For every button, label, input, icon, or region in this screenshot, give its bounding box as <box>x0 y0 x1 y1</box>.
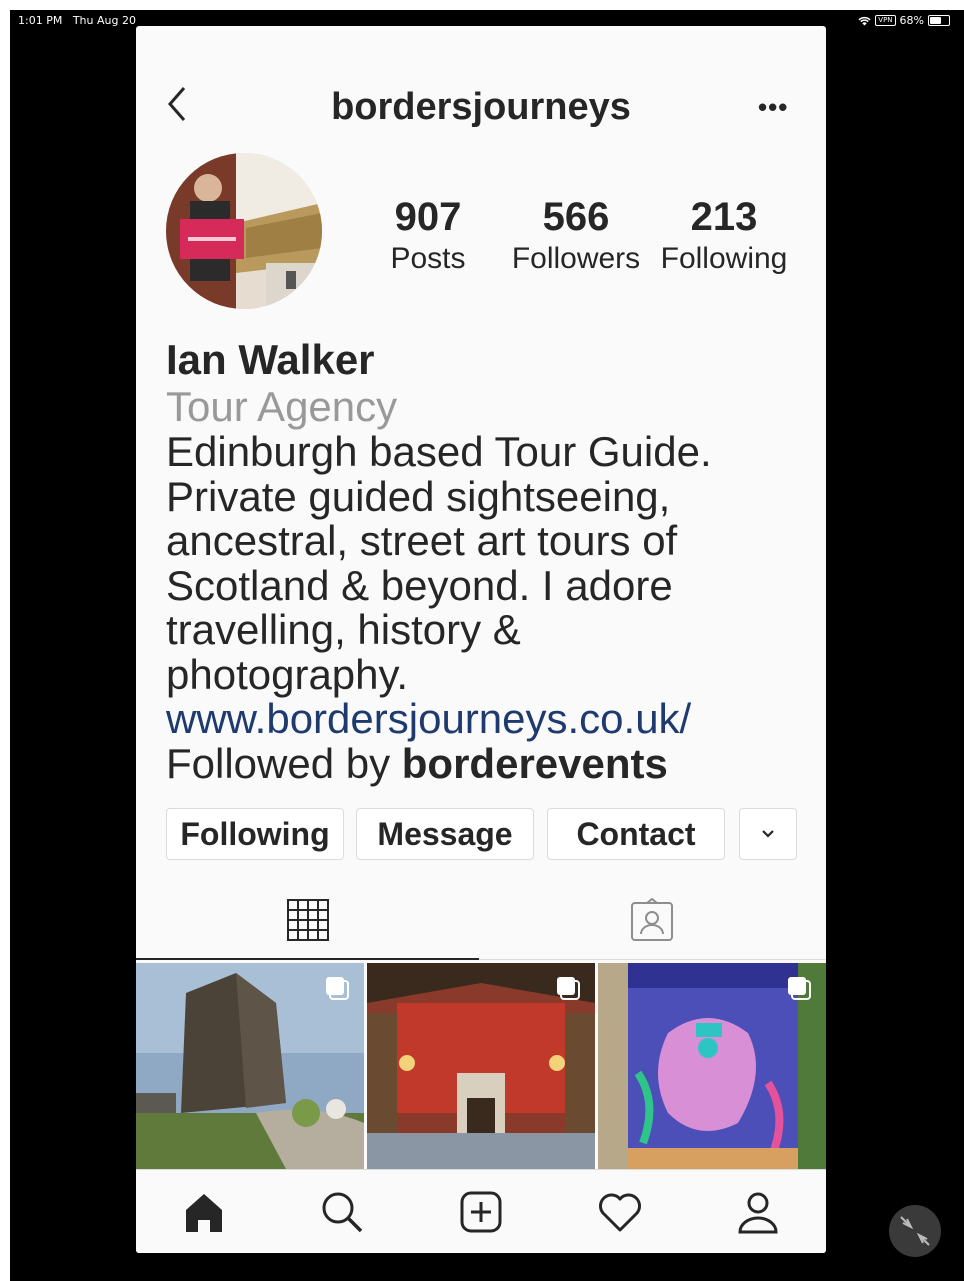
more-options-icon[interactable]: ••• <box>758 92 788 123</box>
instagram-profile-screen: bordersjourneys ••• 907 Posts 566 Follow… <box>136 26 826 1253</box>
avatar-image <box>166 153 322 309</box>
exit-fullscreen-button[interactable] <box>889 1205 941 1257</box>
profile-tabs <box>136 886 826 961</box>
followed-by[interactable]: Followed by borderevents <box>166 739 806 787</box>
posts-label: Posts <box>390 242 466 275</box>
stat-posts[interactable]: 907 Posts <box>348 193 508 277</box>
grid-icon[interactable] <box>286 898 330 942</box>
followed-by-user: borderevents <box>401 739 668 787</box>
status-indicators: VPN 68% <box>858 14 950 27</box>
post-thumbnail[interactable] <box>136 963 364 1169</box>
battery-icon <box>928 15 950 26</box>
following-count: 213 <box>690 195 758 239</box>
tab-divider <box>479 959 826 960</box>
website-link[interactable]: www.bordersjourneys.co.uk/ <box>166 696 806 742</box>
profile-name: Ian Walker <box>166 336 375 383</box>
multiple-photos-icon <box>788 977 811 1000</box>
battery-percent: 68% <box>899 14 924 27</box>
bio-line: Edinburgh based Tour Guide. <box>166 428 712 475</box>
status-time-text: 1:01 PM <box>18 14 63 27</box>
bottom-nav <box>136 1169 826 1253</box>
suggested-accounts-button[interactable] <box>739 808 797 860</box>
followers-count: 566 <box>542 195 610 239</box>
profile-bio: Ian Walker Tour Agency Edinburgh based T… <box>166 336 806 786</box>
followers-label: Followers <box>511 242 641 275</box>
bio-line: Private guided sightseeing, <box>166 472 671 520</box>
contact-button[interactable]: Contact <box>547 808 725 860</box>
tagged-icon[interactable] <box>630 898 674 942</box>
profile-username: bordersjourneys <box>331 86 631 128</box>
avatar[interactable] <box>166 153 322 309</box>
bio-line: Scotland & beyond. I adore <box>166 561 673 609</box>
post-thumbnail[interactable] <box>598 963 826 1169</box>
collapse-arrows-icon <box>900 1216 930 1246</box>
home-icon[interactable] <box>182 1190 226 1234</box>
message-button[interactable]: Message <box>356 808 534 860</box>
following-button[interactable]: Following <box>166 808 344 860</box>
activity-heart-icon[interactable] <box>597 1190 643 1234</box>
status-time: 1:01 PM Thu Aug 20 <box>18 14 136 27</box>
post-thumbnail[interactable] <box>367 963 595 1169</box>
new-post-icon[interactable] <box>459 1190 503 1234</box>
posts-count: 907 <box>394 195 462 239</box>
post-grid <box>136 963 826 1169</box>
battery-level <box>930 17 941 24</box>
active-tab-indicator <box>136 958 479 960</box>
multiple-photos-icon <box>557 977 580 1000</box>
profile-icon[interactable] <box>736 1190 780 1234</box>
wifi-icon <box>858 16 871 25</box>
stat-following[interactable]: 213 Following <box>644 193 804 277</box>
bio-line: ancestral, street art tours of <box>166 517 678 564</box>
following-label: Following <box>660 242 788 275</box>
bio-line: photography. <box>166 650 409 698</box>
stat-followers[interactable]: 566 Followers <box>496 193 656 277</box>
bio-line: travelling, history & <box>166 606 521 653</box>
status-date-text: Thu Aug 20 <box>72 14 136 27</box>
vpn-badge: VPN <box>875 15 896 26</box>
chevron-down-icon <box>762 830 774 838</box>
profile-category: Tour Agency <box>166 383 398 430</box>
multiple-photos-icon <box>326 977 349 1000</box>
followed-by-prefix: Followed by <box>166 739 391 787</box>
search-icon[interactable] <box>320 1190 364 1234</box>
